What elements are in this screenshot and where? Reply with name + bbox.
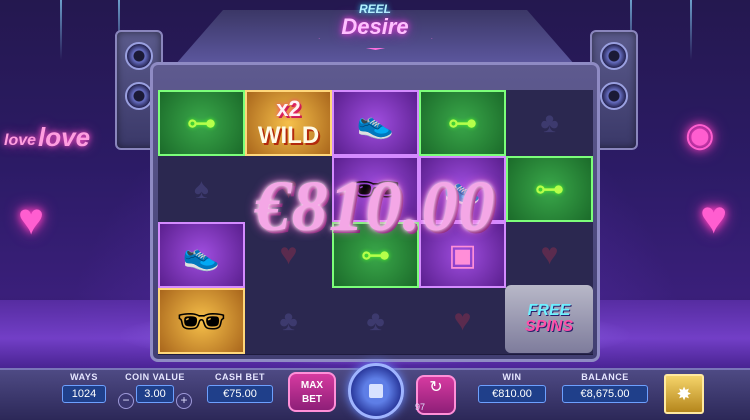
speaker-cone bbox=[600, 82, 628, 110]
spotlight-beam bbox=[690, 0, 692, 60]
symbol-sneakers: 👟 bbox=[332, 90, 419, 156]
symbol-sunglasses: ⊶ bbox=[158, 90, 245, 156]
cash-bet-panel: CASH BET €75.00 bbox=[204, 372, 276, 416]
coin-increase-button[interactable]: + bbox=[176, 393, 192, 409]
autoplay-count: 97 bbox=[414, 402, 425, 412]
balance-value: €8,675.00 bbox=[562, 385, 648, 403]
symbol-wild: x2 WILD bbox=[245, 90, 332, 156]
heart-icon: ♥ bbox=[700, 191, 728, 243]
heart-icon: ♥ bbox=[453, 304, 472, 337]
max-bet-line1: MAX bbox=[300, 380, 324, 391]
balance-panel: BALANCE €8,675.00 bbox=[560, 372, 650, 416]
coin-decrease-button[interactable]: − bbox=[118, 393, 134, 409]
neon-sign-love-large: love bbox=[38, 122, 91, 152]
symbol-man: 🕶 bbox=[158, 288, 245, 354]
max-bet-button[interactable]: MAX BET bbox=[288, 372, 336, 412]
club-icon: ♣ bbox=[279, 305, 298, 336]
club-icon: ♣ bbox=[366, 305, 385, 336]
symbol-sunglasses: ⊶ bbox=[419, 90, 506, 156]
big-win-amount: €810.00 bbox=[254, 166, 496, 246]
balance-label: BALANCE bbox=[581, 372, 629, 382]
win-value: €810.00 bbox=[478, 385, 546, 403]
symbol-club: ♣ bbox=[506, 90, 593, 156]
coin-value-label: COIN VALUE bbox=[125, 372, 185, 382]
sneaker-icon: 👟 bbox=[356, 106, 395, 140]
man-icon: 🕶 bbox=[176, 299, 227, 344]
star-icon: ✸ bbox=[676, 383, 692, 404]
game-scene: love love ♥ ◉ ♥ REEL Desire ⊶ x2 WILD 👟 … bbox=[0, 0, 750, 420]
neon-sign-love: love bbox=[4, 132, 37, 149]
wild-multiplier: x2 bbox=[276, 96, 301, 121]
symbol-free-spins: FREE SPINS bbox=[505, 285, 593, 353]
max-bet-line2: BET bbox=[302, 394, 322, 405]
spotlight-beam bbox=[60, 0, 62, 60]
cash-bet-label: CASH BET bbox=[214, 372, 265, 382]
coin-value-display: 3.00 bbox=[136, 385, 174, 403]
logo-desire-text: Desire bbox=[341, 14, 409, 39]
win-label: WIN bbox=[502, 372, 522, 382]
heart-arrow-icon: ♥ bbox=[18, 195, 45, 244]
speaker-cone bbox=[125, 82, 153, 110]
stop-icon bbox=[369, 384, 383, 398]
provider-menu-button[interactable]: ✸ bbox=[664, 374, 704, 414]
symbol-club: ♣ bbox=[245, 288, 332, 354]
symbol-club: ♣ bbox=[332, 288, 419, 354]
speaker-cone bbox=[600, 42, 628, 70]
spin-stop-button[interactable] bbox=[348, 363, 404, 419]
lips-icon: ◉ bbox=[685, 116, 715, 154]
cash-bet-value: €75.00 bbox=[207, 385, 273, 403]
club-icon: ♣ bbox=[540, 107, 559, 138]
free-spins-line1: FREE bbox=[527, 302, 571, 319]
symbol-heart: ♥ bbox=[419, 288, 506, 354]
ways-value: 1024 bbox=[62, 385, 106, 403]
free-spins-line2: SPINS bbox=[524, 318, 573, 335]
ways-panel: WAYS 1024 bbox=[60, 372, 108, 416]
sunglasses-icon: ⊶ bbox=[447, 106, 478, 140]
ways-label: WAYS bbox=[70, 372, 98, 382]
autoplay-icon: ↻ bbox=[429, 379, 443, 396]
speaker-cone bbox=[125, 42, 153, 70]
wild-label: WILD bbox=[257, 122, 320, 149]
sunglasses-icon: ⊶ bbox=[186, 106, 217, 140]
win-panel: WIN €810.00 bbox=[476, 372, 548, 416]
